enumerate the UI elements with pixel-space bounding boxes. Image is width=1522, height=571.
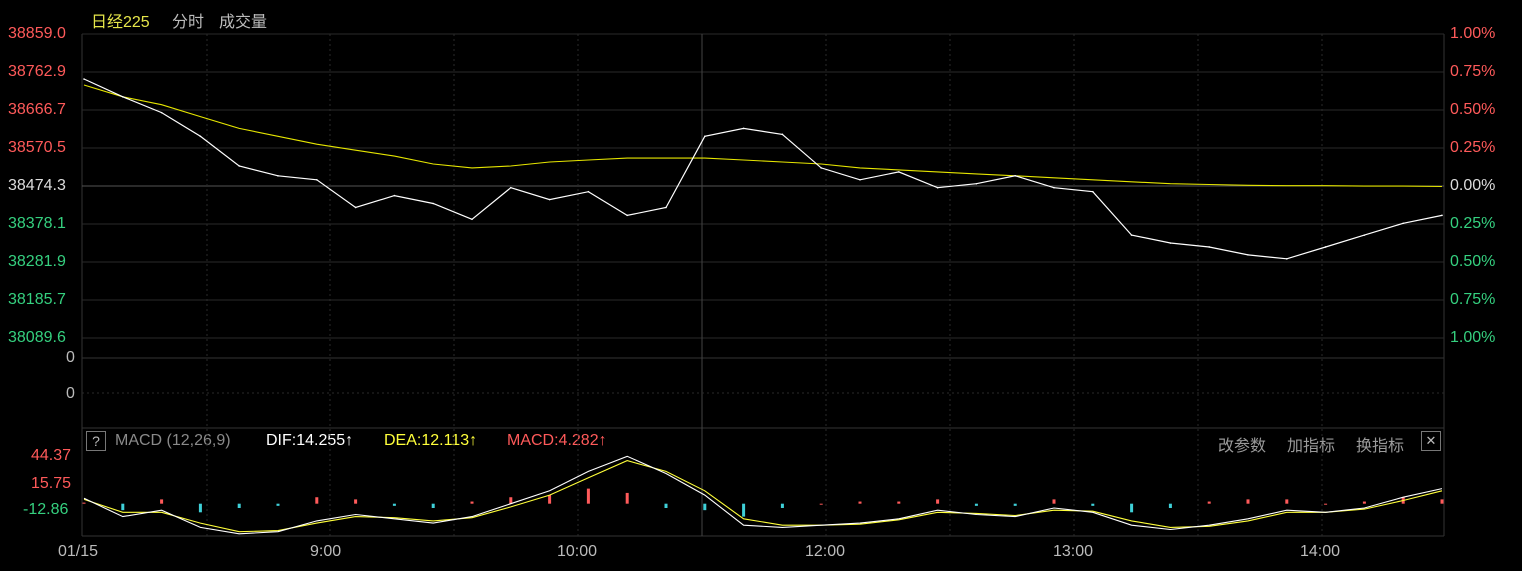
macd-bar xyxy=(160,499,164,504)
price-point xyxy=(1130,234,1133,236)
macd-bar xyxy=(470,501,474,504)
price-point xyxy=(704,135,706,138)
macd-bar xyxy=(1246,499,1250,504)
macd-bar xyxy=(819,503,823,505)
price-point xyxy=(316,178,318,181)
price-point xyxy=(742,127,745,130)
macd-bar xyxy=(1440,499,1444,504)
price-point xyxy=(354,206,357,209)
macd-bar xyxy=(509,497,513,504)
price-line xyxy=(83,78,1443,260)
macd-bar xyxy=(1052,499,1056,504)
macd-bar xyxy=(664,503,668,508)
macd-bar xyxy=(1362,501,1366,504)
price-point xyxy=(859,178,861,181)
dea-line xyxy=(83,460,1443,533)
macd-bar xyxy=(1207,501,1211,504)
macd-bar xyxy=(974,503,978,506)
price-point xyxy=(471,218,473,221)
price-point xyxy=(975,182,978,185)
macd-bar xyxy=(586,488,590,504)
price-point xyxy=(1286,258,1288,260)
macd-bar xyxy=(431,503,435,508)
macd-bar xyxy=(315,497,319,504)
price-point xyxy=(936,186,939,189)
price-point xyxy=(432,202,435,205)
price-point xyxy=(587,190,590,193)
macd-bar xyxy=(237,503,241,508)
price-point xyxy=(510,186,512,189)
macd-bar xyxy=(198,503,202,513)
price-point xyxy=(665,206,667,209)
price-point xyxy=(1441,214,1443,217)
average-price-line xyxy=(83,84,1443,188)
macd-bar xyxy=(354,499,358,504)
price-point xyxy=(393,194,396,197)
price-point xyxy=(898,171,900,173)
macd-bar xyxy=(392,503,396,506)
macd-bar xyxy=(1130,503,1134,513)
macd-bar xyxy=(82,502,86,504)
macd-bar xyxy=(1091,503,1095,506)
macd-bar xyxy=(897,501,901,504)
price-point xyxy=(1014,175,1016,177)
price-point xyxy=(277,175,279,177)
macd-bar xyxy=(121,503,125,511)
macd-bar xyxy=(742,503,746,517)
price-point xyxy=(238,165,240,167)
price-point xyxy=(1053,186,1055,189)
macd-bar xyxy=(1285,499,1289,504)
price-point xyxy=(1363,234,1366,236)
price-point xyxy=(1092,190,1094,193)
price-point xyxy=(1208,246,1210,248)
price-point xyxy=(160,111,163,114)
price-point xyxy=(199,135,202,138)
price-point xyxy=(820,167,822,169)
price-point xyxy=(781,133,784,136)
price-point xyxy=(548,198,551,201)
macd-bar xyxy=(1324,503,1328,505)
price-point xyxy=(626,214,628,217)
macd-bar xyxy=(780,503,784,508)
macd-bar xyxy=(1168,503,1172,508)
price-point xyxy=(122,96,124,98)
macd-bar xyxy=(548,495,552,504)
price-point xyxy=(1169,242,1172,244)
price-point xyxy=(1324,246,1327,248)
price-point xyxy=(1402,222,1404,225)
macd-bar xyxy=(858,501,862,504)
macd-bar xyxy=(625,492,629,504)
price-point xyxy=(83,78,85,80)
price-point xyxy=(1247,254,1249,256)
macd-bar xyxy=(1013,503,1017,506)
chart-canvas xyxy=(81,33,1445,537)
macd-bar xyxy=(703,503,707,511)
macd-bar xyxy=(936,499,940,504)
macd-bar xyxy=(276,503,280,506)
